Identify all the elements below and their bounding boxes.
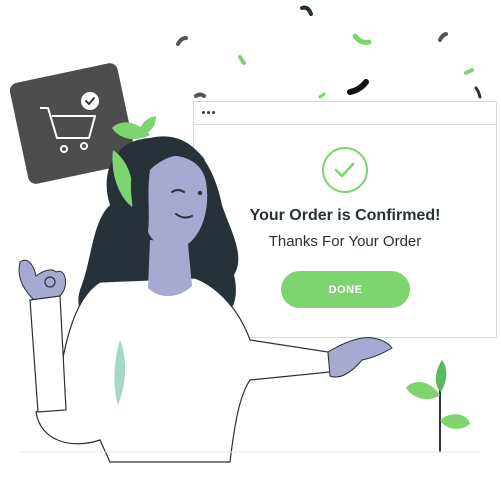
window-title-bar xyxy=(194,102,496,125)
done-button[interactable]: DONE xyxy=(281,271,410,308)
confirmation-heading: Your Order is Confirmed! xyxy=(249,207,441,224)
checkmark-circle-icon xyxy=(322,147,368,193)
confirmation-message: Thanks For Your Order xyxy=(268,233,422,250)
window-dot xyxy=(212,111,215,114)
window-dot xyxy=(202,111,205,114)
check-icon xyxy=(81,92,99,110)
order-confirmation-window: Your Order is Confirmed! Thanks For Your… xyxy=(193,101,497,338)
window-dot xyxy=(207,111,210,114)
cart-card xyxy=(9,63,136,184)
